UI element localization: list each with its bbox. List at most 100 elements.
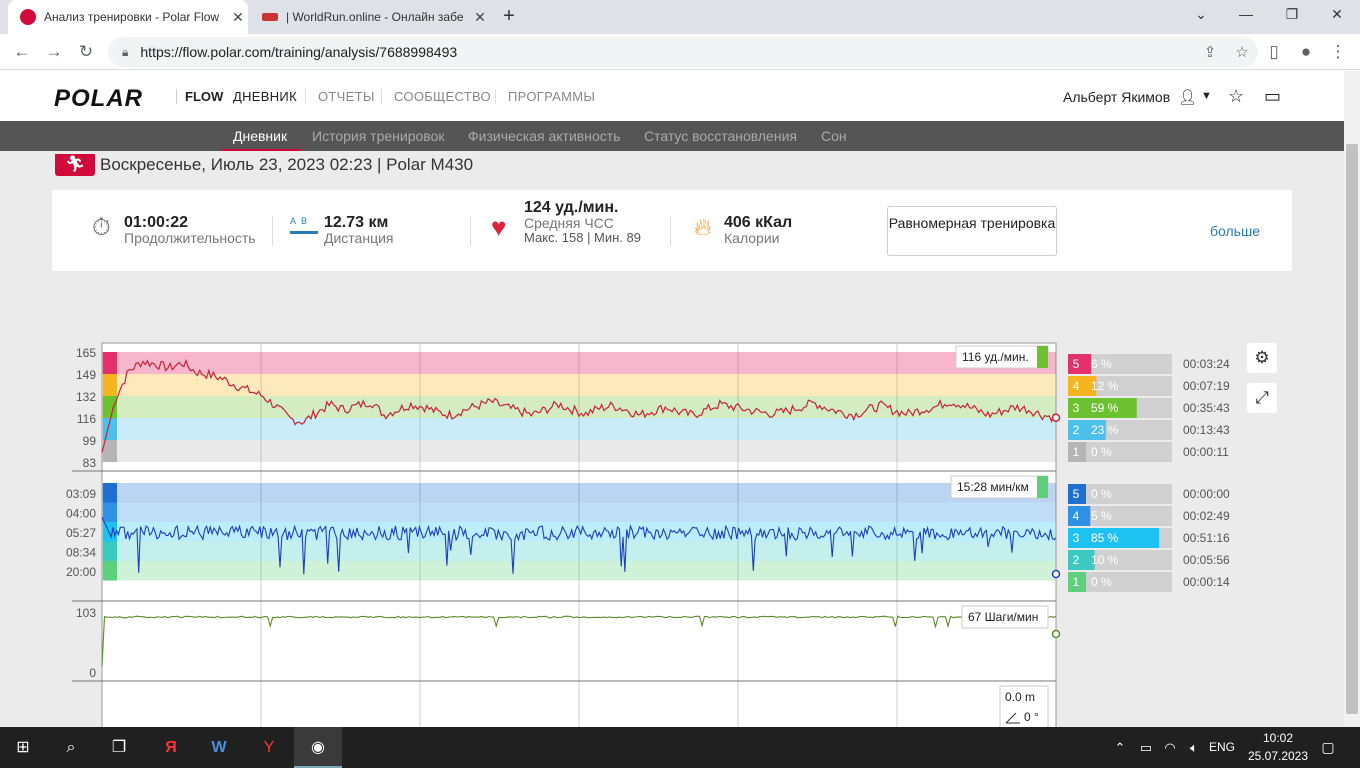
expand-icon[interactable]: ⤢ — [1247, 383, 1277, 413]
subnav-history[interactable]: История тренировок — [312, 128, 444, 144]
yandex-browser-icon[interactable]: Y — [246, 727, 292, 768]
sidepanel-icon[interactable]: ▯ — [1260, 38, 1288, 66]
reload-icon[interactable]: ↻ — [72, 38, 100, 66]
divider — [272, 216, 273, 246]
user-icon[interactable]: 👤︎ — [1178, 88, 1197, 106]
analysis-charts: 165 149 132 116 99 83 116 уд./мин. 03:09 04:00 05… — [0, 321, 1344, 727]
running-sport-icon: 🏃︎ — [55, 154, 95, 176]
subnav-activity[interactable]: Физическая активность — [468, 128, 620, 144]
hr-zone-time: 00:35:43 — [1183, 401, 1230, 415]
nav-diary[interactable]: ДНЕВНИК — [233, 89, 297, 104]
hr-zone-marker — [103, 374, 117, 396]
stopwatch-icon: ⏱︎ — [92, 214, 111, 241]
settings-gear-icon[interactable]: ⚙︎ — [1247, 343, 1277, 373]
windows-start-icon[interactable]: ⊞ — [0, 727, 46, 768]
hr-zone-number: 4 — [1073, 379, 1080, 393]
subnav-sleep[interactable]: Сон — [821, 128, 847, 144]
pace-zone-number: 1 — [1073, 575, 1080, 589]
pace-zone-time: 00:05:56 — [1183, 553, 1230, 567]
new-tab-button[interactable]: + — [498, 6, 520, 28]
hr-y-tick: 116 — [77, 412, 96, 426]
word-app-icon[interactable]: W — [196, 727, 242, 768]
nav-reports[interactable]: ОТЧЕТЫ — [305, 89, 375, 104]
training-type-button[interactable]: Равномерная тренировка — [887, 206, 1057, 256]
pace-zone-percent: 0 % — [1091, 487, 1112, 501]
incline-value: 0 ° — [1024, 710, 1039, 724]
tab-worldrun[interactable]: | WorldRun.online - Онлайн забе ✕ — [250, 0, 490, 34]
language-indicator[interactable]: ENG — [1206, 727, 1238, 768]
profile-avatar-icon[interactable]: ● — [1292, 38, 1320, 66]
clock-time[interactable]: 10:02 — [1248, 731, 1308, 745]
search-icon[interactable]: ⌕ — [48, 727, 94, 768]
subnav-diary[interactable]: Дневник — [233, 128, 287, 144]
user-name[interactable]: Альберт Якимов — [1063, 89, 1170, 105]
subnav-recovery[interactable]: Статус восстановления — [644, 128, 797, 144]
pace-zone-marker — [103, 502, 117, 522]
cadence-tooltip-text: 67 Шаги/мин — [968, 610, 1038, 624]
scrollbar-thumb[interactable] — [1346, 144, 1358, 714]
address-bar[interactable]: 🔒︎ https://flow.polar.com/training/analy… — [108, 37, 1258, 67]
notification-center-icon[interactable]: ▢ — [1312, 727, 1344, 768]
hr-label: Средняя ЧСС — [524, 215, 614, 231]
pace-zone-time: 00:00:14 — [1183, 575, 1230, 589]
hr-y-tick: 165 — [76, 346, 96, 360]
close-window-icon[interactable]: ✕ — [1326, 6, 1348, 28]
pace-zone-band — [102, 502, 1056, 522]
nav-community[interactable]: СООБЩЕСТВО — [381, 89, 491, 104]
cadence-cursor-dot — [1051, 629, 1061, 639]
nav-programs[interactable]: ПРОГРАММЫ — [495, 89, 595, 104]
chrome-app-icon[interactable]: ◉ — [294, 727, 342, 768]
browser-toolbar: ← → ↻ 🔒︎ https://flow.polar.com/training… — [0, 34, 1360, 70]
share-icon[interactable]: ⇪ — [1194, 43, 1226, 61]
minimize-icon[interactable]: — — [1235, 6, 1257, 28]
task-view-icon[interactable]: ❐ — [96, 727, 142, 768]
pace-y-tick: 04:00 — [66, 507, 96, 521]
pace-y-tick: 08:34 — [66, 546, 96, 560]
close-tab-icon[interactable]: ✕ — [470, 9, 490, 26]
pace-zone-percent: 85 % — [1091, 531, 1119, 545]
pace-zone-percent: 5 % — [1091, 509, 1112, 523]
lock-icon: 🔒︎ — [122, 44, 129, 59]
hr-zone-percent: 6 % — [1091, 357, 1112, 371]
close-tab-icon[interactable]: ✕ — [228, 9, 248, 26]
hr-tooltip-text: 116 уд./мин. — [962, 350, 1029, 364]
volume-icon[interactable]: 🔈︎ — [1182, 727, 1206, 768]
pace-y-tick: 05:27 — [66, 526, 96, 540]
clock-date[interactable]: 25.07.2023 — [1242, 749, 1314, 763]
pace-zone-time: 00:00:00 — [1183, 487, 1230, 501]
pace-zone-marker — [103, 561, 117, 581]
site-header: POLAR FLOW ДНЕВНИК ОТЧЕТЫ СООБЩЕСТВО ПРО… — [0, 71, 1344, 121]
user-menu-chevron-icon[interactable]: ▼ — [1201, 90, 1212, 102]
wifi-icon[interactable]: ◠ — [1158, 727, 1182, 768]
cadence-y-tick: 103 — [76, 606, 96, 620]
battery-icon[interactable]: ▭ — [1134, 727, 1158, 768]
hr-zone-number: 5 — [1073, 357, 1080, 371]
pace-zone-band — [102, 483, 1056, 503]
notifications-icon[interactable]: ▭ — [1264, 86, 1281, 107]
polar-logo[interactable]: POLAR — [54, 85, 143, 113]
pace-zone-band — [102, 541, 1056, 561]
pace-zone-number: 3 — [1073, 531, 1080, 545]
yandex-app-icon[interactable]: Я — [148, 727, 194, 768]
favorites-star-icon[interactable]: ☆ — [1228, 86, 1244, 107]
back-icon[interactable]: ← — [8, 38, 36, 66]
charts-svg: 1651491321169983116 уд./мин.03:0904:0005… — [66, 342, 1230, 727]
tray-chevron-icon[interactable]: ⌃ — [1108, 727, 1132, 768]
pace-y-tick: 20:00 — [66, 565, 96, 579]
forward-icon[interactable]: → — [40, 38, 68, 66]
polar-favicon-icon — [20, 9, 36, 25]
hr-zone-marker — [103, 352, 117, 374]
menu-kebab-icon[interactable]: ⋮ — [1324, 38, 1352, 66]
restore-icon[interactable]: ❐ — [1281, 6, 1303, 28]
hr-zone-number: 1 — [1073, 445, 1080, 459]
more-link[interactable]: больше — [1210, 223, 1260, 239]
divider — [470, 216, 471, 246]
hr-y-tick: 132 — [76, 390, 96, 404]
tab-search-icon[interactable]: ⌄ — [1190, 6, 1212, 28]
hr-zone-number: 2 — [1073, 423, 1080, 437]
tab-polar-flow[interactable]: Анализ тренировки - Polar Flow ✕ — [8, 0, 248, 34]
bookmark-star-icon[interactable]: ☆ — [1226, 43, 1258, 61]
hr-tooltip-zone — [1037, 346, 1048, 368]
tab-title: | WorldRun.online - Онлайн забе — [286, 10, 464, 24]
pace-zone-time: 00:51:16 — [1183, 531, 1230, 545]
